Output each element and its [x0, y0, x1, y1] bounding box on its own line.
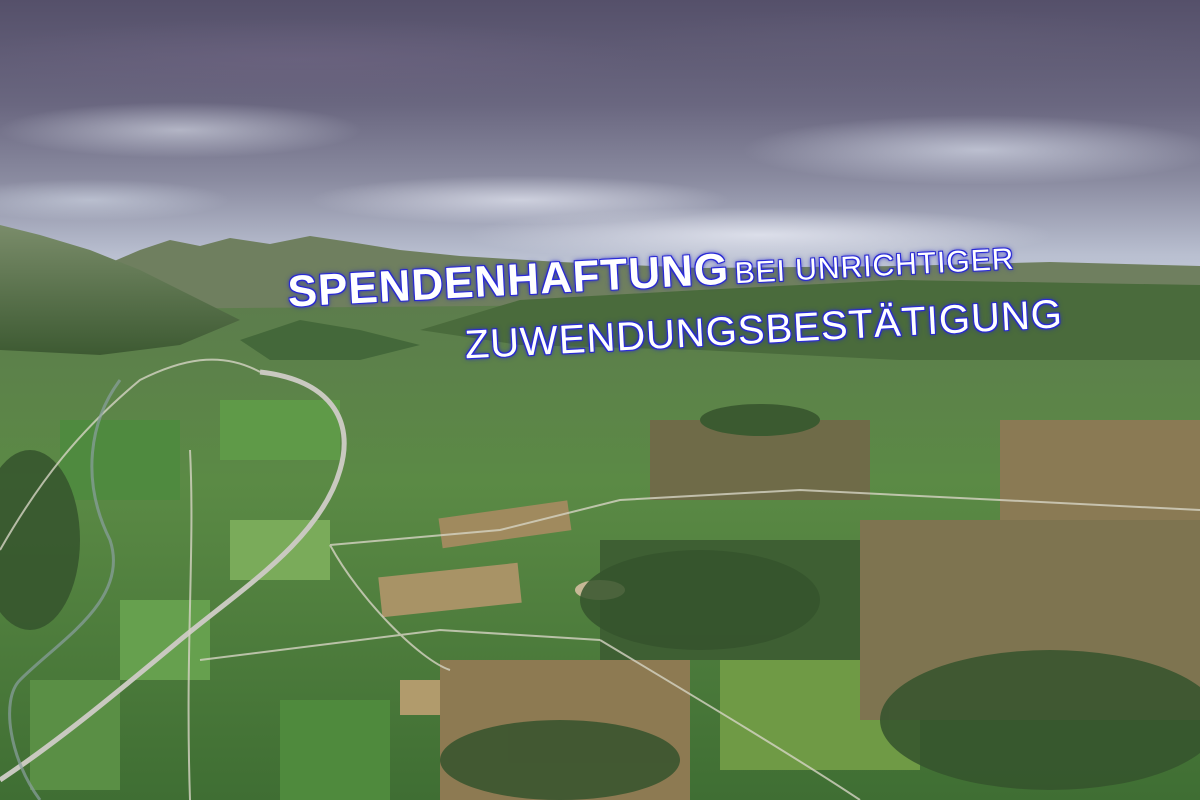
title-spendenhaftung: SPENDENHAFTUNG	[286, 244, 731, 317]
valley-landscape	[0, 225, 1200, 800]
aerial-scene: SPENDENHAFTUNG BEI UNRICHTIGER ZUWENDUNG…	[0, 0, 1200, 800]
title-bei-unrichtiger: BEI UNRICHTIGER	[733, 242, 1016, 291]
